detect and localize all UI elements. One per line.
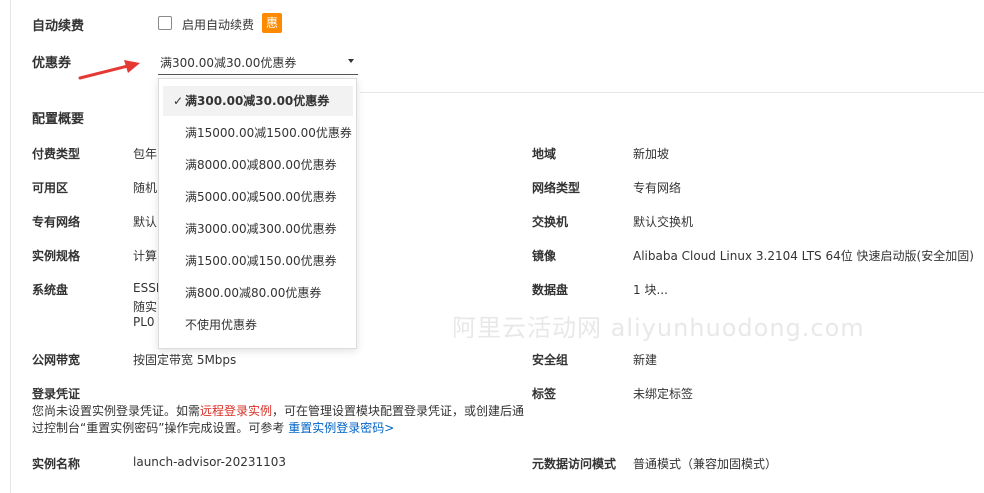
instance-type-value: 计算 xyxy=(133,249,158,263)
login-credential-desc-text1: 您尚未设置实例登录凭证。如需 xyxy=(32,404,201,418)
coupon-option-label: 满15000.00减1500.00优惠券 xyxy=(185,126,352,140)
coupon-option-none[interactable]: 不使用优惠券 xyxy=(163,310,353,340)
coupon-option-label: 满5000.00减500.00优惠券 xyxy=(185,190,337,204)
vpc-value: 默认 xyxy=(133,215,158,229)
coupon-option-label: 不使用优惠券 xyxy=(185,318,258,332)
coupon-option-label: 满1500.00减150.00优惠券 xyxy=(185,254,337,268)
login-credential-description: 您尚未设置实例登录凭证。如需远程登录实例，可在管理设置模块配置登录凭证，或创建后… xyxy=(32,403,532,437)
coupon-select[interactable]: 满300.00减30.00优惠券 xyxy=(158,50,358,75)
chevron-down-icon xyxy=(348,59,354,63)
metadata-access-value: 普通模式（兼容加固模式） xyxy=(633,457,778,471)
coupon-option[interactable]: 满3000.00减300.00优惠券 xyxy=(163,214,353,244)
coupon-dropdown-menu: ✓ 满300.00减30.00优惠券 满15000.00减1500.00优惠券 … xyxy=(158,78,357,349)
vswitch-label: 交换机 xyxy=(532,215,569,229)
vpc-label: 专有网络 xyxy=(32,215,81,229)
vswitch-value: 默认交换机 xyxy=(633,215,694,229)
config-overview-title: 配置概要 xyxy=(32,112,85,127)
tags-label: 标签 xyxy=(532,387,557,401)
red-arrow-annotation xyxy=(78,60,140,80)
login-credential-label: 登录凭证 xyxy=(32,387,81,401)
section-divider xyxy=(360,92,984,93)
coupon-option-label: 满3000.00减300.00优惠券 xyxy=(185,222,337,236)
instance-name-value: launch-advisor-20231103 xyxy=(133,455,287,469)
coupon-option-selected[interactable]: ✓ 满300.00减30.00优惠券 xyxy=(163,86,353,116)
coupon-option[interactable]: 满800.00减80.00优惠券 xyxy=(163,278,353,308)
remote-login-link[interactable]: 远程登录实例 xyxy=(200,404,272,418)
public-bandwidth-label: 公网带宽 xyxy=(32,353,81,367)
image-label: 镜像 xyxy=(532,249,557,263)
reset-password-link[interactable]: 重置实例登录密码> xyxy=(288,421,394,435)
coupon-selected-value: 满300.00减30.00优惠券 xyxy=(160,56,297,70)
coupon-option-label: 满300.00减30.00优惠券 xyxy=(185,94,330,108)
region-label: 地域 xyxy=(532,147,557,161)
region-value: 新加坡 xyxy=(633,147,670,161)
watermark: 阿里云活动网 aliyunhuodong.com xyxy=(452,314,865,342)
image-value: Alibaba Cloud Linux 3.2104 LTS 64位 快速启动版… xyxy=(633,249,974,263)
billing-type-value: 包年 xyxy=(133,147,158,161)
security-group-label: 安全组 xyxy=(532,353,569,367)
discount-badge: 惠 xyxy=(262,13,282,33)
auto-renew-label: 自动续费 xyxy=(32,19,85,34)
network-type-value: 专有网络 xyxy=(633,181,682,195)
check-icon: ✓ xyxy=(173,94,184,108)
zone-label: 可用区 xyxy=(32,181,69,195)
left-border xyxy=(10,0,11,493)
coupon-option[interactable]: 满8000.00减800.00优惠券 xyxy=(163,150,353,180)
billing-type-label: 付费类型 xyxy=(32,147,81,161)
coupon-option-label: 满800.00减80.00优惠券 xyxy=(185,286,322,300)
zone-value: 随机 xyxy=(133,181,158,195)
security-group-value: 新建 xyxy=(633,353,658,367)
auto-renew-checkbox[interactable] xyxy=(158,16,172,30)
data-disk-value: 1 块... xyxy=(633,283,668,297)
auto-renew-checkbox-label[interactable]: 启用自动续费 xyxy=(182,16,254,33)
network-type-label: 网络类型 xyxy=(532,181,581,195)
coupon-label: 优惠券 xyxy=(32,56,72,71)
tags-value: 未绑定标签 xyxy=(633,387,694,401)
coupon-option[interactable]: 满15000.00减1500.00优惠券 xyxy=(163,118,353,148)
coupon-option-label: 满8000.00减800.00优惠券 xyxy=(185,158,337,172)
system-disk-value-line3: PL0 xyxy=(133,315,155,329)
system-disk-label: 系统盘 xyxy=(32,283,69,297)
metadata-access-label: 元数据访问模式 xyxy=(532,457,617,471)
instance-type-label: 实例规格 xyxy=(32,249,81,263)
public-bandwidth-value: 按固定带宽 5Mbps xyxy=(133,353,237,367)
coupon-option[interactable]: 满1500.00减150.00优惠券 xyxy=(163,246,353,276)
instance-name-label: 实例名称 xyxy=(32,457,81,471)
data-disk-label: 数据盘 xyxy=(532,283,569,297)
coupon-option[interactable]: 满5000.00减500.00优惠券 xyxy=(163,182,353,212)
system-disk-value-line2: 随实 xyxy=(133,300,158,314)
instance-purchase-page: 自动续费 启用自动续费 惠 优惠券 满300.00减30.00优惠券 配置概要 … xyxy=(0,0,984,493)
